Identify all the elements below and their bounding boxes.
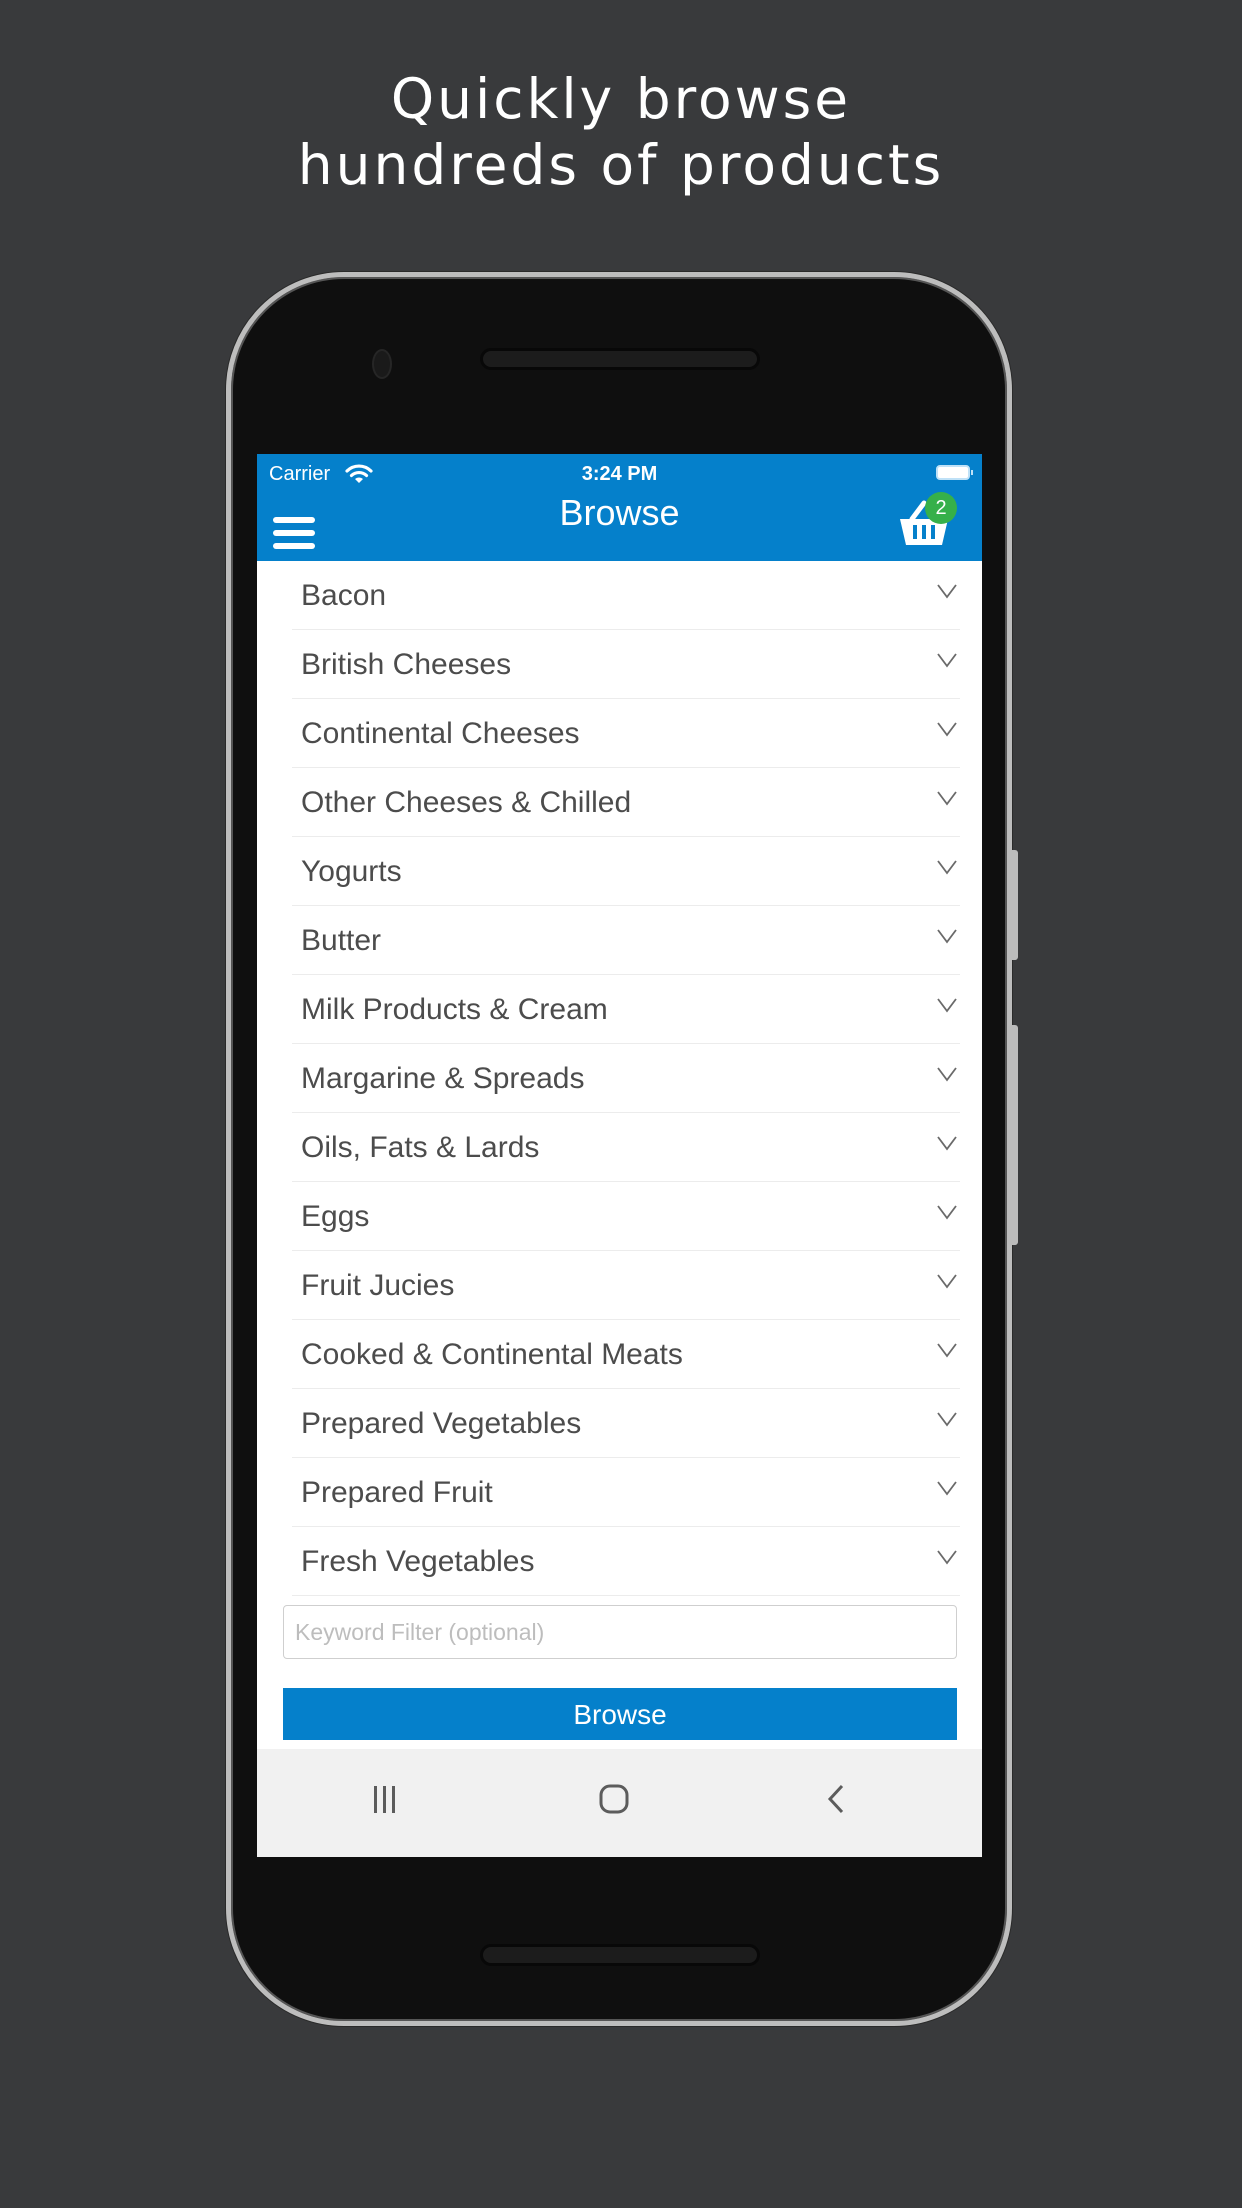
chevron-down-icon[interactable]	[936, 997, 958, 1013]
category-item[interactable]: Eggs	[292, 1182, 960, 1251]
category-item[interactable]: Milk Products & Cream	[292, 975, 960, 1044]
category-item[interactable]: Butter	[292, 906, 960, 975]
category-label: Eggs	[301, 1200, 370, 1233]
chevron-down-icon[interactable]	[936, 1204, 958, 1220]
power-button	[1008, 1025, 1018, 1245]
back-icon[interactable]	[825, 1783, 847, 1815]
cart-count-badge: 2	[925, 492, 957, 524]
category-item[interactable]: Continental Cheeses	[292, 699, 960, 768]
app-bar: Carrier 3:24 PM Browse 2	[257, 454, 982, 561]
category-item[interactable]: Fruit Jucies	[292, 1251, 960, 1320]
headline-line-1: Quickly browse	[390, 67, 852, 131]
category-label: British Cheeses	[301, 648, 512, 681]
front-camera	[372, 349, 392, 379]
category-label: Continental Cheeses	[301, 717, 580, 750]
chevron-down-icon[interactable]	[936, 790, 958, 806]
bottom-speaker	[480, 1944, 760, 1966]
keyword-filter-input[interactable]	[283, 1605, 957, 1659]
category-item[interactable]: Other Cheeses & Chilled	[292, 768, 960, 837]
volume-button	[1008, 850, 1018, 960]
chevron-down-icon[interactable]	[936, 721, 958, 737]
headline-line-2: hundreds of products	[297, 133, 945, 197]
category-item[interactable]: British Cheeses	[292, 630, 960, 699]
promo-headline: Quickly browse hundreds of products	[0, 66, 1242, 198]
home-icon[interactable]	[597, 1783, 631, 1815]
chevron-down-icon[interactable]	[936, 1273, 958, 1289]
app-screen: Carrier 3:24 PM Browse 2 Bacon British Ch…	[257, 454, 982, 1857]
category-label: Bacon	[301, 579, 387, 612]
chevron-down-icon[interactable]	[936, 859, 958, 875]
category-label: Fruit Jucies	[301, 1269, 455, 1302]
category-list: Bacon British Cheeses Continental Cheeses O…	[292, 561, 960, 1596]
chevron-down-icon[interactable]	[936, 583, 958, 599]
chevron-down-icon[interactable]	[936, 928, 958, 944]
top-speaker	[480, 348, 760, 370]
chevron-down-icon[interactable]	[936, 1342, 958, 1358]
battery-icon	[936, 465, 973, 480]
category-item[interactable]: Oils, Fats & Lards	[292, 1113, 960, 1182]
category-label: Cooked & Continental Meats	[301, 1338, 683, 1371]
category-label: Margarine & Spreads	[301, 1062, 585, 1095]
category-item[interactable]: Prepared Vegetables	[292, 1389, 960, 1458]
browse-button[interactable]: Browse	[283, 1688, 957, 1740]
chevron-down-icon[interactable]	[936, 1549, 958, 1565]
category-item[interactable]: Prepared Fruit	[292, 1458, 960, 1527]
recent-apps-icon[interactable]	[370, 1783, 400, 1815]
chevron-down-icon[interactable]	[936, 652, 958, 668]
chevron-down-icon[interactable]	[936, 1066, 958, 1082]
chevron-down-icon[interactable]	[936, 1135, 958, 1151]
category-label: Fresh Vegetables	[301, 1545, 535, 1578]
category-item[interactable]: Margarine & Spreads	[292, 1044, 960, 1113]
category-item[interactable]: Cooked & Continental Meats	[292, 1320, 960, 1389]
category-label: Other Cheeses & Chilled	[301, 786, 632, 819]
category-label: Prepared Fruit	[301, 1476, 493, 1509]
category-item[interactable]: Bacon	[292, 561, 960, 630]
category-item[interactable]: Fresh Vegetables	[292, 1527, 960, 1596]
category-label: Yogurts	[301, 855, 402, 888]
category-label: Butter	[301, 924, 382, 957]
category-label: Oils, Fats & Lards	[301, 1131, 540, 1164]
category-item[interactable]: Yogurts	[292, 837, 960, 906]
category-label: Milk Products & Cream	[301, 993, 608, 1026]
status-time: 3:24 PM	[581, 463, 658, 485]
category-label: Prepared Vegetables	[301, 1407, 582, 1440]
page-title: Browse	[559, 492, 680, 533]
chevron-down-icon[interactable]	[936, 1480, 958, 1496]
chevron-down-icon[interactable]	[936, 1411, 958, 1427]
android-nav-bar	[257, 1749, 982, 1857]
